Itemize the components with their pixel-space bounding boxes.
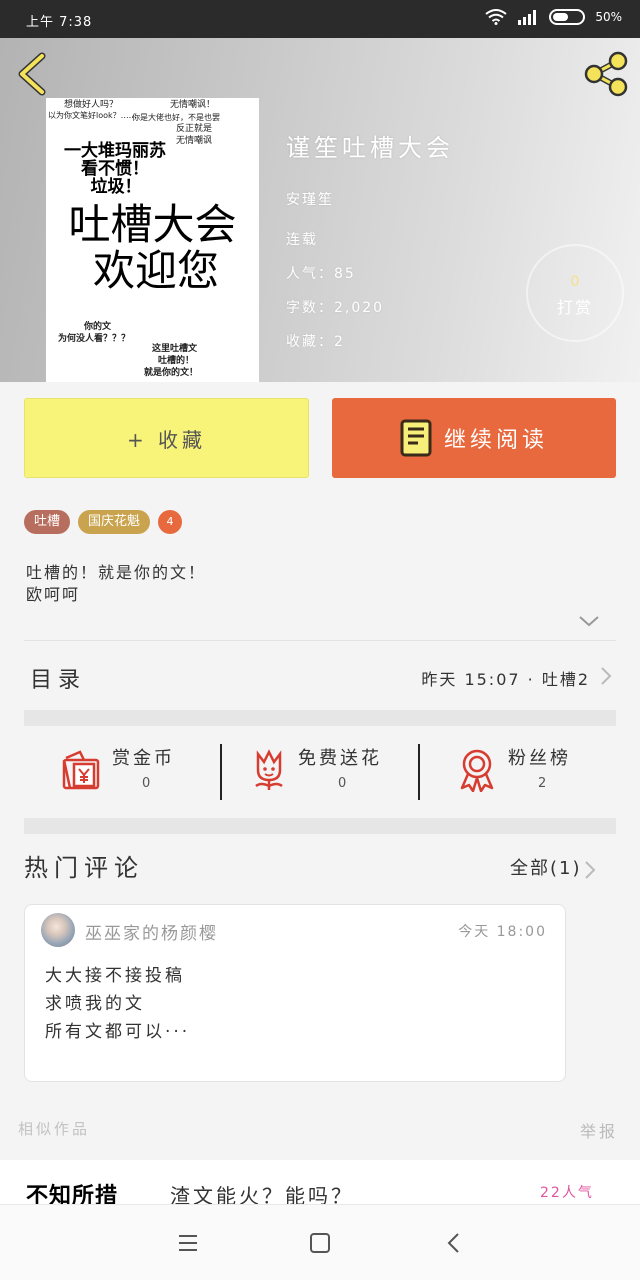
support-count: 0 — [142, 776, 151, 791]
cover-text: 垃圾！ — [90, 177, 142, 197]
tip-label: 打赏 — [556, 298, 593, 317]
support-label: 免费送花 — [298, 748, 382, 769]
cover-text: 你是大佬也好，不是也罢 — [132, 113, 220, 122]
cover-text: 就是你的文！ — [144, 368, 199, 378]
send-flower-button[interactable]: 免费送花 0 — [222, 740, 418, 804]
tip-button[interactable]: 0 打赏 — [526, 244, 624, 342]
description-line: 吐槽的！就是你的文！ — [26, 563, 207, 582]
book-title: 谨笙吐槽大会 — [286, 134, 454, 162]
book-author[interactable]: 安瑾笙 — [286, 189, 546, 209]
flower-icon — [255, 749, 283, 790]
support-count: 0 — [338, 776, 347, 791]
support-row: 赏金币 0 免费送花 0 粉丝榜 2 — [24, 740, 616, 804]
tip-count: 0 — [570, 274, 580, 290]
book-header: 想做好人吗？ 以为你文笔好look？…… 无情嘲讽！ 你是大佬也好，不是也罢 反… — [0, 38, 640, 382]
medal-icon — [460, 749, 494, 792]
book-popularity: 人气：85 — [286, 266, 356, 282]
status-icons: 50% — [485, 9, 622, 25]
chevron-right-icon — [601, 667, 612, 685]
similar-work-item[interactable]: 不知所措 渣文能火？能吗？ 22人气 — [0, 1160, 640, 1209]
catalog-latest-chapter: 昨天 15:07 · 吐槽2 — [421, 670, 590, 689]
share-icon — [584, 51, 628, 97]
continue-reading-label: 继续阅读 — [443, 428, 548, 453]
cover-text: 无情嘲讽 — [176, 136, 213, 146]
cover-text: 吐槽大会 — [68, 200, 237, 249]
catalog-row[interactable]: 目录 昨天 15:07 · 吐槽2 — [24, 652, 616, 700]
cover-text: 为何没人看？？？ — [58, 334, 131, 344]
home-icon[interactable] — [308, 1231, 332, 1255]
hot-comments-title: 热门评论 — [24, 854, 144, 882]
back-button[interactable] — [14, 50, 50, 98]
chevron-down-icon[interactable] — [578, 614, 600, 628]
tag-item[interactable]: 吐槽 — [24, 510, 71, 534]
reward-coins-button[interactable]: 赏金币 0 — [24, 740, 220, 804]
comment-username[interactable]: 巫巫家的杨颜樱 — [85, 919, 218, 944]
book-icon — [400, 419, 432, 457]
fan-ranking-button[interactable]: 粉丝榜 2 — [420, 740, 616, 804]
comment-time: 今天 18:00 — [458, 924, 547, 940]
collect-label: + 收藏 — [126, 427, 207, 452]
signal-icon — [518, 10, 537, 25]
comment-text-line: 大大接不接投稿 — [45, 966, 185, 986]
tag-list: 吐槽 国庆花魁 4 — [24, 510, 183, 534]
support-count: 2 — [538, 776, 547, 791]
battery-icon — [549, 9, 586, 25]
book-word-count: 字数：2,020 — [286, 300, 385, 316]
book-status: 连载 — [286, 232, 318, 248]
collect-button[interactable]: + 收藏 — [24, 398, 309, 478]
comment-card[interactable]: 巫巫家的杨颜樱 今天 18:00 大大接不接投稿 求喷我的文 所有文都可以··· — [24, 904, 566, 1082]
status-time: 上午 7:38 — [26, 15, 93, 30]
battery-level: 50% — [595, 10, 622, 24]
cover-text: 看不惯！ — [81, 159, 149, 179]
book-description: 吐槽的！就是你的文！ 欧呵呵 — [26, 562, 206, 606]
book-info: 谨笙吐槽大会 安瑾笙 连载 人气：85 字数：2,020 收藏：2 — [286, 128, 546, 351]
share-button[interactable] — [582, 50, 630, 98]
support-label: 粉丝榜 — [508, 748, 571, 769]
coin-envelope-icon — [62, 750, 100, 790]
system-nav-bar — [0, 1204, 640, 1280]
cover-text: 反正就是 — [176, 124, 213, 134]
similar-works-label: 相似作品 — [18, 1120, 91, 1138]
report-button[interactable]: 举报 — [580, 1118, 618, 1142]
tag-item[interactable]: 国庆花魁 — [78, 510, 151, 534]
back-arrow-icon — [18, 52, 46, 96]
comment-text-line: 所有文都可以··· — [45, 1022, 191, 1042]
support-label: 赏金币 — [112, 748, 175, 769]
cover-text: 这里吐槽文 — [152, 344, 198, 354]
divider — [24, 640, 616, 641]
book-cover[interactable]: 想做好人吗？ 以为你文笔好look？…… 无情嘲讽！ 你是大佬也好，不是也罢 反… — [46, 98, 259, 382]
similar-work-popularity: 22人气 — [540, 1185, 594, 1201]
cover-text: 你的文 — [84, 322, 112, 332]
cover-text: 一大堆玛丽苏 — [64, 141, 166, 161]
all-comments-link[interactable]: 全部(1) — [510, 854, 582, 880]
chevron-right-icon[interactable] — [584, 860, 596, 880]
section-separator — [24, 818, 616, 834]
menu-icon[interactable] — [176, 1231, 200, 1255]
cover-text: 无情嘲讽！ — [170, 100, 216, 110]
section-separator — [24, 710, 616, 726]
catalog-label: 目录 — [30, 668, 87, 693]
continue-reading-button[interactable]: 继续阅读 — [332, 398, 616, 478]
back-icon[interactable] — [442, 1231, 466, 1255]
status-bar: 上午 7:38 50% — [0, 0, 640, 38]
avatar[interactable] — [41, 913, 75, 947]
tag-count-badge[interactable]: 4 — [158, 510, 183, 534]
book-favorites: 收藏：2 — [286, 334, 345, 350]
comment-text-line: 求喷我的文 — [45, 994, 145, 1014]
description-line: 欧呵呵 — [26, 585, 81, 604]
cover-text: 欢迎您 — [92, 246, 219, 295]
cover-text: 以为你文笔好look？…… — [48, 111, 137, 120]
cover-text: 吐槽的！ — [158, 356, 195, 366]
wifi-icon — [485, 9, 507, 25]
all-comments-label: 全部(1) — [510, 858, 582, 879]
